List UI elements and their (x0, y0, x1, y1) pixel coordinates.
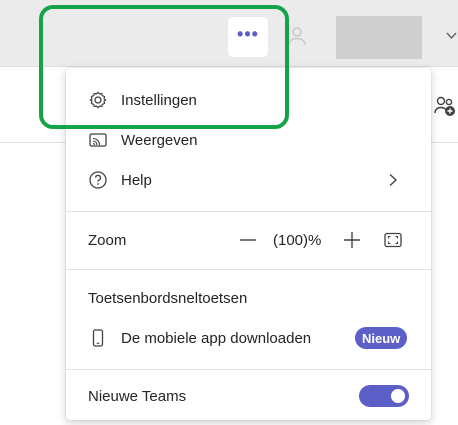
menu-item-mobile-label: De mobiele app downloaden (121, 329, 312, 347)
menu-separator (66, 269, 431, 270)
full-screen-icon[interactable] (383, 230, 403, 250)
menu-separator (66, 211, 431, 212)
zoom-level: (100)% (273, 231, 322, 249)
menu-item-help-label: Help (121, 171, 152, 189)
menu-item-shortcuts[interactable]: Toetsenbordsneltoetsen (66, 278, 431, 318)
highlight-frame (39, 5, 289, 129)
chevron-right-icon (389, 173, 398, 187)
people-add-icon[interactable] (433, 94, 457, 118)
menu-item-shortcuts-label: Toetsenbordsneltoetsen (88, 289, 248, 307)
toggle-knob (391, 389, 405, 403)
menu-item-zoom-label: Zoom (88, 231, 127, 249)
menu-item-help[interactable]: Help (66, 160, 431, 200)
profile-placeholder[interactable] (336, 16, 422, 59)
chevron-down-icon[interactable] (445, 31, 458, 41)
menu-item-view-label: Weergeven (121, 131, 198, 149)
menu-item-mobile-app[interactable]: De mobiele app downloaden Nieuw (66, 318, 431, 358)
zoom-in-button[interactable] (342, 230, 362, 250)
menu-separator (66, 369, 431, 370)
new-badge: Nieuw (355, 327, 408, 349)
zoom-out-button[interactable] (238, 230, 258, 250)
menu-item-new-teams: Nieuwe Teams (66, 376, 431, 416)
menu-item-new-teams-label: Nieuwe Teams (88, 387, 187, 405)
cast-icon (88, 130, 108, 150)
phone-icon (88, 328, 108, 348)
help-circle-icon (88, 170, 108, 190)
menu-item-zoom: Zoom (100)% (66, 220, 431, 260)
new-teams-toggle[interactable] (359, 385, 409, 407)
